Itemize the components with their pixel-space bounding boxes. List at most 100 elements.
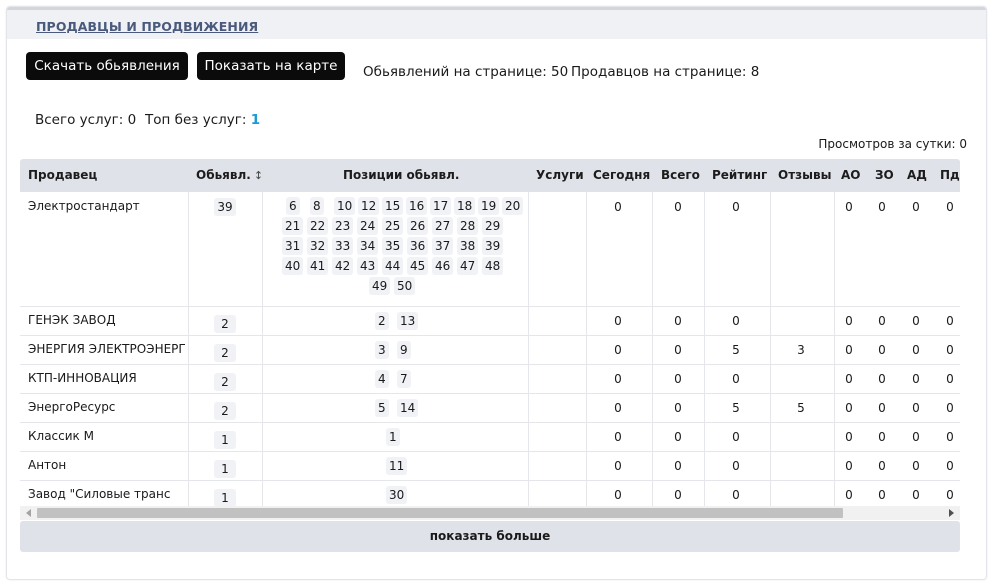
scroll-left-icon[interactable]	[26, 509, 31, 517]
seller-name[interactable]: Антон	[28, 458, 186, 472]
column-divider	[586, 192, 587, 306]
position-chip[interactable]: 1	[386, 428, 400, 446]
position-chip[interactable]: 45	[407, 257, 429, 275]
position-chip[interactable]: 17	[430, 197, 452, 215]
cell-ad: 0	[912, 200, 920, 214]
column-divider	[770, 451, 771, 480]
position-chip[interactable]: 37	[432, 237, 454, 255]
position-chip[interactable]: 14	[397, 399, 419, 417]
position-chip[interactable]: 9	[397, 341, 411, 359]
scroll-right-icon[interactable]	[949, 509, 954, 517]
column-divider	[652, 306, 653, 335]
position-chip[interactable]: 38	[457, 237, 479, 255]
panel-title[interactable]: ПРОДАВЦЫ И ПРОДВИЖЕНИЯ	[36, 19, 258, 34]
cell-total: 0	[674, 488, 682, 502]
position-chip[interactable]: 24	[357, 217, 379, 235]
position-chip[interactable]: 29	[482, 217, 504, 235]
position-chip[interactable]: 15	[382, 197, 404, 215]
col-services: Услуги	[536, 168, 584, 182]
position-chip[interactable]: 18	[454, 197, 476, 215]
position-chip[interactable]: 12	[358, 197, 380, 215]
top-without-services-value[interactable]: 1	[251, 112, 260, 128]
position-chip[interactable]: 43	[357, 257, 379, 275]
cell-reviews: 5	[797, 401, 805, 415]
row-divider	[20, 451, 960, 452]
position-chip[interactable]: 13	[397, 312, 419, 330]
show-on-map-button[interactable]: Показать на карте	[197, 52, 345, 80]
position-chip[interactable]: 39	[482, 237, 504, 255]
position-chip[interactable]: 33	[332, 237, 354, 255]
position-chip[interactable]: 30	[386, 486, 408, 504]
cell-zo: 0	[878, 430, 886, 444]
position-chip[interactable]: 48	[482, 257, 504, 275]
scrollbar-thumb[interactable]	[37, 508, 843, 518]
position-chip[interactable]: 46	[432, 257, 454, 275]
position-chip[interactable]: 42	[332, 257, 354, 275]
position-chip[interactable]: 40	[282, 257, 304, 275]
position-chip[interactable]: 35	[382, 237, 404, 255]
seller-name[interactable]: КТП-ИННОВАЦИЯ	[28, 371, 186, 385]
position-chip[interactable]: 20	[502, 197, 524, 215]
seller-name[interactable]: Завод "Силовые транс	[28, 487, 186, 501]
position-chip[interactable]: 26	[407, 217, 429, 235]
cell-zo: 0	[878, 200, 886, 214]
position-chip[interactable]: 7	[397, 370, 411, 388]
position-chip[interactable]: 50	[394, 277, 416, 295]
col-positions: Позиции обьявл.	[343, 168, 460, 182]
views-per-day-text: Просмотров за сутки: 0	[818, 137, 967, 151]
position-chip[interactable]: 25	[382, 217, 404, 235]
position-chip[interactable]: 44	[382, 257, 404, 275]
position-chip[interactable]: 21	[282, 217, 304, 235]
panel-header: ПРОДАВЦЫ И ПРОДВИЖЕНИЯ	[7, 7, 986, 39]
position-chip[interactable]: 32	[307, 237, 329, 255]
row-divider	[20, 480, 960, 481]
position-chip[interactable]: 19	[478, 197, 500, 215]
cell-pd: 0	[946, 343, 954, 357]
cell-rating: 0	[732, 459, 740, 473]
col-ad: АД	[907, 168, 927, 182]
position-chip[interactable]: 10	[334, 197, 356, 215]
position-chip[interactable]: 27	[432, 217, 454, 235]
column-divider	[188, 364, 189, 393]
position-chip[interactable]: 5	[375, 399, 389, 417]
position-chip[interactable]: 2	[375, 312, 389, 330]
position-chip[interactable]: 36	[407, 237, 429, 255]
show-more-button[interactable]: показать больше	[20, 521, 960, 552]
cell-rating: 5	[732, 343, 740, 357]
position-chip[interactable]: 41	[307, 257, 329, 275]
seller-name[interactable]: ЭнергоРесурс	[28, 400, 186, 414]
column-divider	[262, 422, 263, 451]
position-chip[interactable]: 3	[375, 341, 389, 359]
position-chip[interactable]: 28	[457, 217, 479, 235]
column-divider	[528, 364, 529, 393]
position-chip[interactable]: 31	[282, 237, 304, 255]
position-chip[interactable]: 22	[307, 217, 329, 235]
download-ads-button[interactable]: Скачать обьявления	[26, 52, 188, 80]
cell-total: 0	[674, 343, 682, 357]
position-chip[interactable]: 49	[369, 277, 391, 295]
column-divider	[652, 451, 653, 480]
col-ads[interactable]: Обьявл. ↕	[196, 159, 263, 192]
seller-name[interactable]: ЭНЕРГИЯ ЭЛЕКТРОЭНЕРГ	[28, 342, 186, 356]
column-divider	[770, 306, 771, 335]
column-divider	[770, 335, 771, 364]
sort-updown-icon[interactable]: ↕	[254, 159, 263, 192]
position-chip[interactable]: 6	[286, 197, 300, 215]
seller-name[interactable]: ГЕНЭК ЗАВОД	[28, 313, 186, 327]
position-chip[interactable]: 34	[357, 237, 379, 255]
column-divider	[262, 393, 263, 422]
cell-ao: 0	[845, 314, 853, 328]
seller-name[interactable]: Классик М	[28, 429, 186, 443]
position-chip[interactable]: 23	[332, 217, 354, 235]
position-chip[interactable]: 4	[375, 370, 389, 388]
column-divider	[770, 364, 771, 393]
column-divider	[188, 422, 189, 451]
column-divider	[834, 192, 835, 306]
position-chip[interactable]: 11	[386, 457, 408, 475]
position-chip[interactable]: 8	[310, 197, 324, 215]
horizontal-scrollbar[interactable]	[20, 506, 960, 520]
column-divider	[586, 480, 587, 506]
seller-name[interactable]: Электростандарт	[28, 199, 186, 213]
position-chip[interactable]: 47	[457, 257, 479, 275]
position-chip[interactable]: 16	[406, 197, 428, 215]
